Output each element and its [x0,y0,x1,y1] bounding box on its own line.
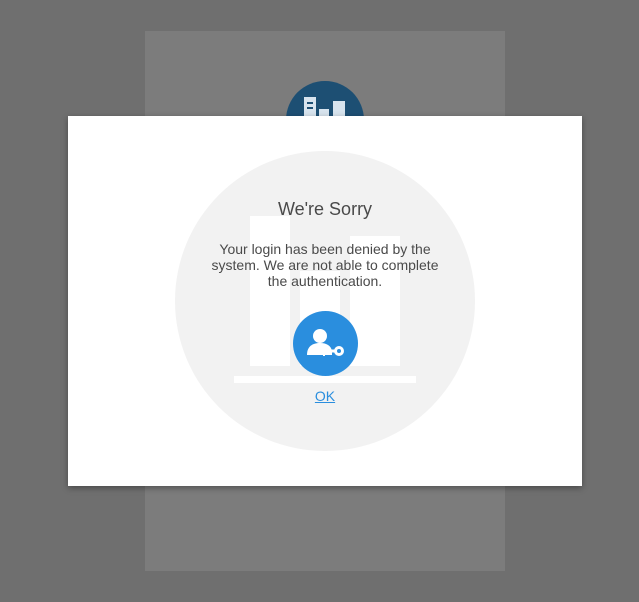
ok-button[interactable]: OK [315,388,335,404]
building-watermark-icon [175,151,475,451]
dialog-message: Your login has been denied by the system… [211,241,439,289]
dialog-title: We're Sorry [277,199,373,219]
user-key-icon [293,311,358,376]
login-denied-dialog: We're Sorry Your login has been denied b… [68,116,582,486]
